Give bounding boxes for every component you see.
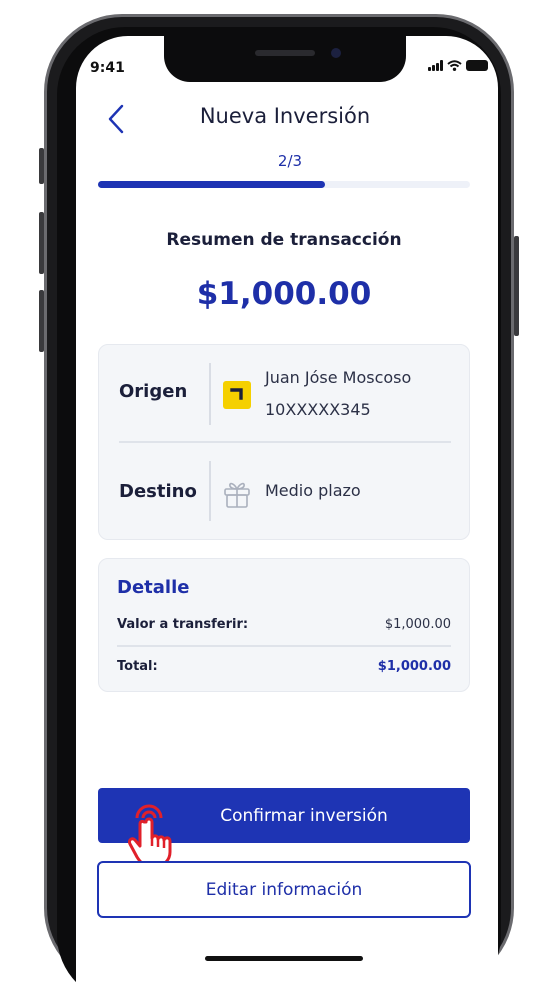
destination-name: Medio plazo — [265, 481, 361, 500]
origin-account-holder: Juan Jóse Moscoso — [265, 368, 412, 387]
home-indicator — [205, 956, 363, 961]
destination-divider — [209, 461, 211, 521]
bank-logo-icon — [223, 381, 251, 409]
summary-title: Resumen de transacción — [166, 230, 402, 250]
back-chevron-icon[interactable] — [104, 104, 128, 134]
transaction-amount: $1,000.00 — [196, 276, 372, 312]
progress-bar — [98, 181, 470, 188]
origin-divider — [209, 363, 211, 425]
origin-destination-card: Origen Juan Jóse Moscoso 10XXXXX345 Dest… — [98, 344, 470, 540]
edit-information-button[interactable]: Editar información — [97, 861, 471, 918]
speaker-grille — [255, 50, 315, 56]
status-time: 9:41 — [90, 60, 125, 76]
power-button — [514, 236, 519, 336]
tap-hand-icon — [128, 804, 172, 868]
edit-button-label: Editar información — [205, 879, 363, 900]
status-icons — [428, 60, 488, 71]
destination-label: Destino — [119, 481, 197, 502]
notch — [164, 36, 406, 82]
detail-title: Detalle — [117, 577, 190, 598]
volume-up-button — [39, 212, 44, 274]
battery-icon — [466, 60, 488, 71]
progress-fill — [98, 181, 325, 188]
origin-label: Origen — [119, 381, 188, 402]
detail-card: Detalle Valor a transferir: $1,000.00 To… — [98, 558, 470, 692]
origin-account-number: 10XXXXX345 — [265, 400, 371, 419]
volume-down-button — [39, 290, 44, 352]
transfer-value: $1,000.00 — [384, 617, 451, 632]
total-value: $1,000.00 — [377, 659, 451, 674]
signal-icon — [428, 60, 443, 71]
gift-icon — [224, 482, 250, 508]
wifi-icon — [447, 60, 462, 71]
total-label: Total: — [117, 659, 158, 674]
card-divider — [119, 441, 451, 443]
mute-switch — [39, 148, 44, 184]
page-title: Nueva Inversión — [199, 104, 371, 128]
detail-divider — [117, 645, 451, 647]
front-camera — [331, 48, 341, 58]
confirm-button-label: Confirmar inversión — [220, 805, 388, 826]
transfer-value-label: Valor a transferir: — [117, 617, 249, 632]
step-indicator: 2/3 — [277, 152, 303, 170]
